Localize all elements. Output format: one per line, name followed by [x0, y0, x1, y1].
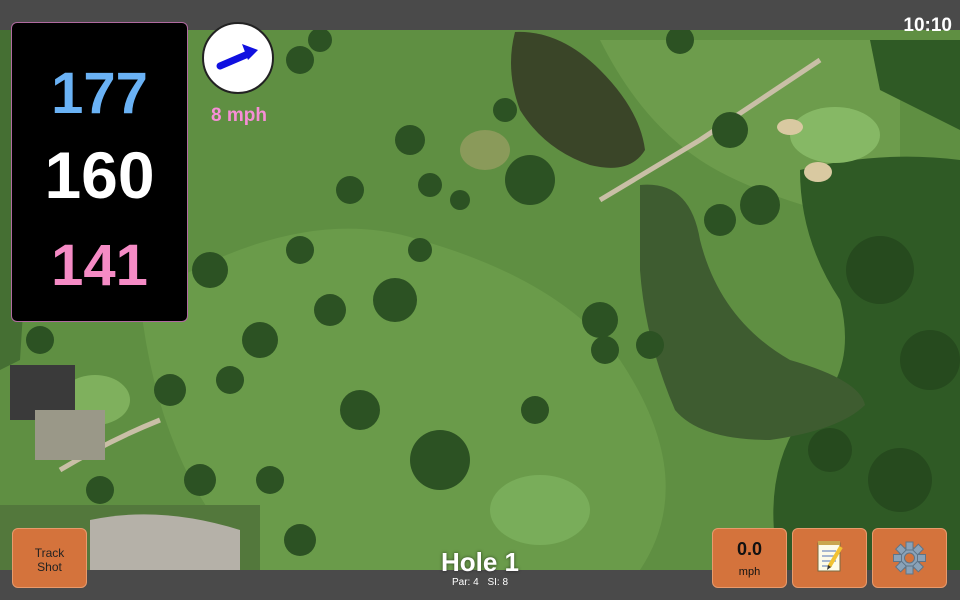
notepad-icon — [817, 541, 843, 572]
track-shot-label-line1: Track — [34, 546, 65, 560]
track-shot-button[interactable]: Track Shot — [12, 528, 87, 588]
gear-icon — [893, 541, 926, 575]
settings-button[interactable] — [872, 528, 947, 588]
track-shot-label-line2: Shot — [37, 560, 62, 574]
speed-button[interactable]: 0.0 mph — [712, 528, 787, 588]
speed-value: 0.0 — [736, 539, 763, 559]
distance-panel: 177 160 141 — [11, 22, 188, 322]
scorecard-notes-button[interactable] — [792, 528, 867, 588]
speed-unit: mph — [738, 566, 761, 578]
wind-speed-label: 8 mph — [211, 105, 267, 126]
hole-info: Par: 4 SI: 8 — [380, 577, 580, 589]
stroke-index-label: SI: 8 — [487, 577, 509, 588]
hole-title: Hole 1 — [440, 547, 520, 577]
front-of-green-distance: 141 — [51, 233, 148, 298]
wind-indicator — [202, 22, 274, 94]
par-label: Par: 4 — [451, 577, 479, 588]
back-of-green-distance: 177 — [51, 61, 148, 126]
middle-of-green-distance: 160 — [44, 138, 155, 212]
clock-time: 10:10 — [903, 15, 952, 36]
wind-direction-arrow-icon — [216, 44, 258, 70]
